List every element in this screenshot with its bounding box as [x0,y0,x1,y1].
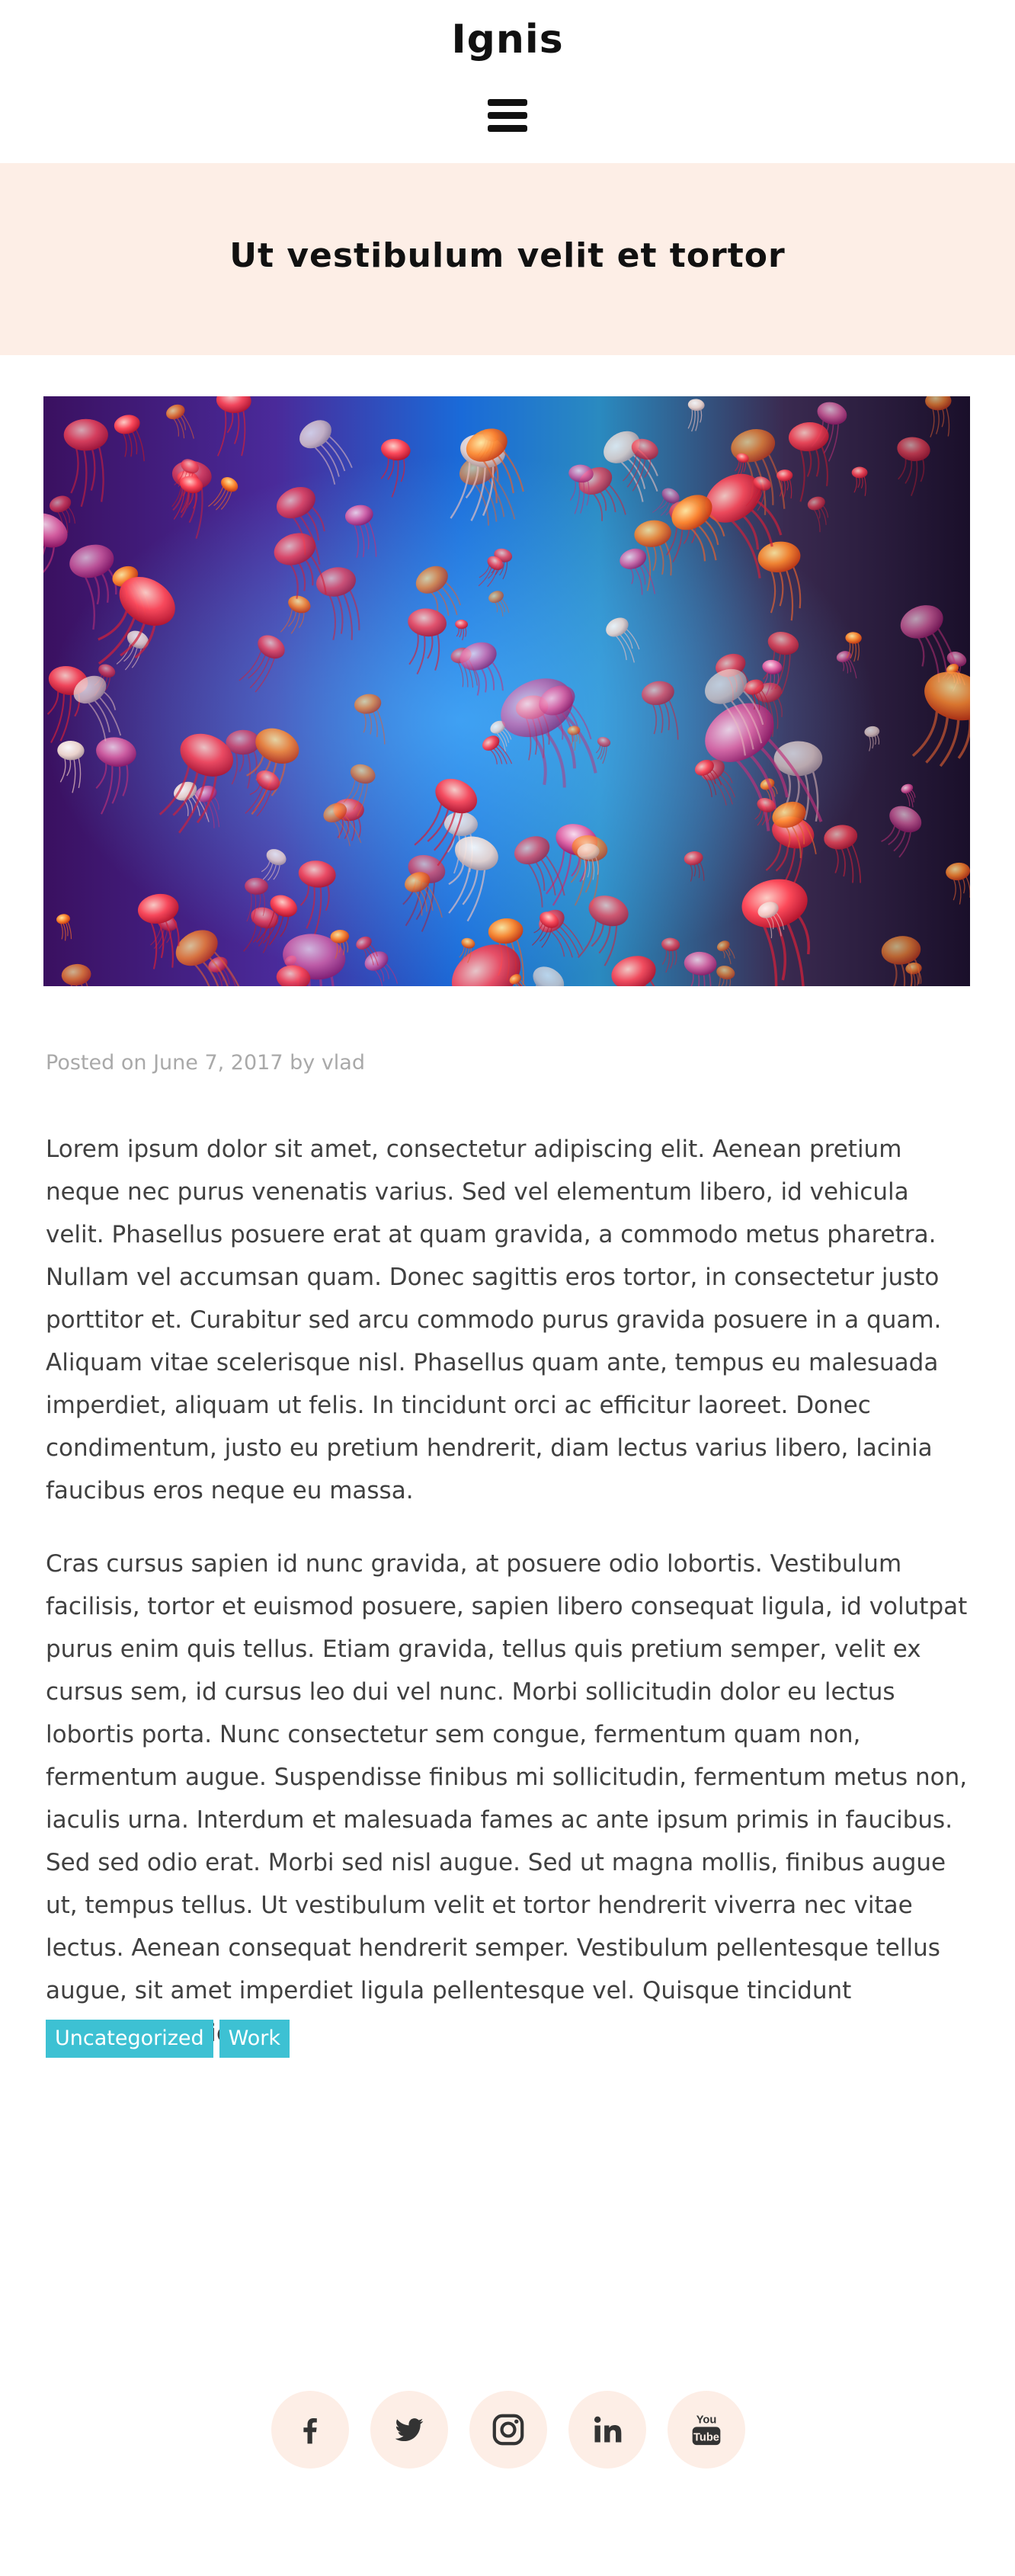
instagram-icon [492,2414,524,2446]
twitter-link[interactable] [370,2391,448,2469]
facebook-link[interactable] [271,2391,349,2469]
post-meta: Posted on June 7, 2017 by vlad [46,1051,365,1075]
site-header: Ignis [0,0,1015,163]
instagram-link[interactable] [469,2391,547,2469]
author-link[interactable]: vlad [322,1051,365,1075]
linkedin-icon [594,2416,622,2443]
youtube-link[interactable]: You Tube [668,2391,745,2469]
tag-work[interactable]: Work [219,2020,290,2058]
paragraph: Lorem ipsum dolor sit amet, consectetur … [46,1136,942,1504]
posted-on-label: Posted on [46,1051,147,1075]
page-title: Ut vestibulum velit et tortor [229,236,786,275]
by-label: by [290,1051,315,1075]
youtube-logo-text-bottom: Tube [693,2432,719,2444]
twitter-icon [395,2418,424,2442]
jellyfish-photo [43,396,970,986]
post-tags: Uncategorized Work [46,2020,290,2058]
paragraph: Cras cursus sapien id nunc gravida, at p… [46,1550,968,2047]
facebook-icon [303,2417,317,2444]
social-links: You Tube [271,2391,745,2469]
featured-image [43,396,970,986]
youtube-icon: You Tube [692,2414,721,2446]
post-date-link[interactable]: June 7, 2017 [153,1051,283,1075]
linkedin-link[interactable] [568,2391,646,2469]
site-title[interactable]: Ignis [0,17,1015,62]
hamburger-menu-icon[interactable] [488,99,527,133]
tag-uncategorized[interactable]: Uncategorized [46,2020,213,2058]
entry-content: Lorem ipsum dolor sit amet, consectetur … [46,1128,971,2085]
youtube-logo-text-top: You [696,2414,717,2427]
page-banner: Ut vestibulum velit et tortor [0,163,1015,355]
